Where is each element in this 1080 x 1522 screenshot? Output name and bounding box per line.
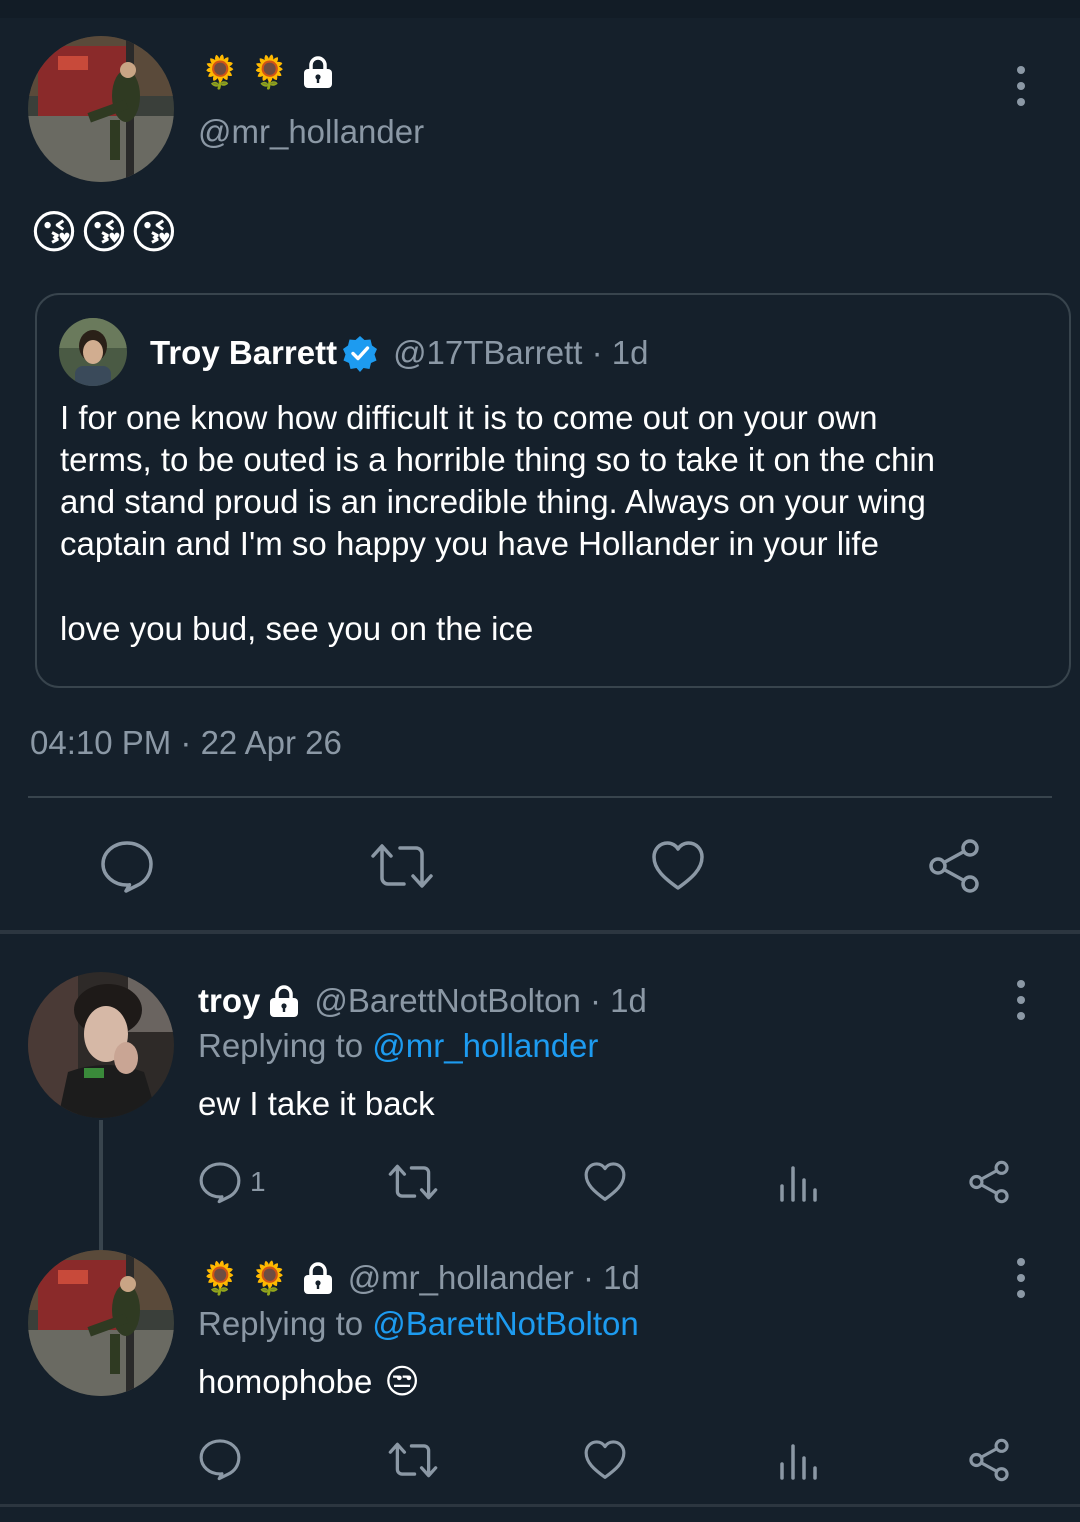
- avatar-troy-barrett[interactable]: [59, 318, 127, 386]
- retweet-icon[interactable]: [388, 1160, 438, 1204]
- status-bar-strip: [0, 0, 1080, 18]
- replying-to-link[interactable]: @mr_hollander: [372, 1027, 598, 1064]
- sunflower-icon: 🌻: [249, 1259, 290, 1297]
- reply-author-name[interactable]: troy: [198, 980, 260, 1022]
- sunflower-icon: 🌻: [249, 53, 290, 91]
- unamused-face-icon: 😒: [384, 1362, 420, 1402]
- replying-to-row: Replying to @BarettNotBolton: [198, 1303, 639, 1345]
- tweet-text: 😘😘😘: [30, 205, 180, 259]
- quoted-line: captain and I'm so happy you have Hollan…: [60, 525, 879, 562]
- tweet-timestamp: 04:10 PM · 22 Apr 26: [30, 724, 342, 761]
- avatar-mr-hollander[interactable]: [28, 1250, 174, 1396]
- quoted-line: love you bud, see you on the ice: [60, 610, 534, 647]
- replying-to-link[interactable]: @BarettNotBolton: [372, 1305, 638, 1342]
- reply-icon[interactable]: [99, 838, 155, 894]
- replying-to-label: Replying to: [198, 1027, 364, 1064]
- lock-icon: [300, 54, 336, 90]
- verified-icon: [341, 334, 379, 372]
- replying-to-label: Replying to: [198, 1305, 364, 1342]
- reply-author-row: troy @BarettNotBolton · 1d: [198, 980, 647, 1022]
- reply-count: 1: [250, 1166, 266, 1197]
- author-name-row: 🌻 🌻: [200, 50, 336, 94]
- reply-author-row: 🌻 🌻 @mr_hollander · 1d: [200, 1257, 640, 1299]
- bottom-divider: [0, 1504, 1080, 1507]
- quoted-author-row: Troy Barrett @17TBarrett · 1d: [150, 332, 649, 374]
- reply-icon: [198, 1160, 242, 1204]
- quoted-tweet-text: I for one know how difficult it is to co…: [60, 397, 1050, 650]
- quoted-line: and stand proud is an incredible thing. …: [60, 483, 926, 520]
- quoted-line: terms, to be outed is a horrible thing s…: [60, 441, 935, 478]
- sunflower-icon: 🌻: [200, 1259, 240, 1297]
- reply-button[interactable]: 1: [198, 1158, 266, 1206]
- retweet-icon[interactable]: [388, 1438, 438, 1482]
- quoted-author-name: Troy Barrett: [150, 334, 338, 371]
- reply-text-row: homophobe 😒: [198, 1361, 420, 1403]
- quoted-blank-line: [60, 565, 1050, 608]
- section-divider: [0, 930, 1080, 934]
- like-icon[interactable]: [583, 1160, 627, 1204]
- quoted-line: I for one know how difficult it is to co…: [60, 399, 878, 436]
- reply-text: homophobe: [198, 1363, 373, 1400]
- divider: [28, 796, 1052, 798]
- quoted-author-handle-time: @17TBarrett · 1d: [393, 334, 649, 371]
- like-icon[interactable]: [583, 1438, 627, 1482]
- reply-text: ew I take it back: [198, 1085, 435, 1122]
- avatar-mr-hollander[interactable]: [28, 36, 174, 182]
- lock-icon: [300, 1260, 336, 1296]
- author-handle[interactable]: @mr_hollander: [198, 112, 424, 152]
- like-icon[interactable]: [650, 838, 706, 894]
- replying-to-row: Replying to @mr_hollander: [198, 1025, 598, 1067]
- avatar-troy[interactable]: [28, 972, 174, 1118]
- reply-author-handle-time: @BarettNotBolton · 1d: [314, 982, 647, 1019]
- analytics-icon[interactable]: [776, 1160, 820, 1204]
- share-icon[interactable]: [926, 838, 982, 894]
- more-options-icon[interactable]: [1011, 1258, 1031, 1298]
- reply-author-handle-time: @mr_hollander · 1d: [347, 1259, 640, 1296]
- more-options-icon[interactable]: [1011, 66, 1031, 106]
- share-icon[interactable]: [967, 1160, 1011, 1204]
- thread-line: [99, 1120, 103, 1252]
- lock-icon: [266, 983, 302, 1019]
- reply-icon[interactable]: [198, 1437, 242, 1481]
- analytics-icon[interactable]: [776, 1438, 820, 1482]
- more-options-icon[interactable]: [1011, 980, 1031, 1020]
- share-icon[interactable]: [967, 1438, 1011, 1482]
- sunflower-icon: 🌻: [200, 53, 240, 91]
- retweet-icon[interactable]: [370, 838, 434, 894]
